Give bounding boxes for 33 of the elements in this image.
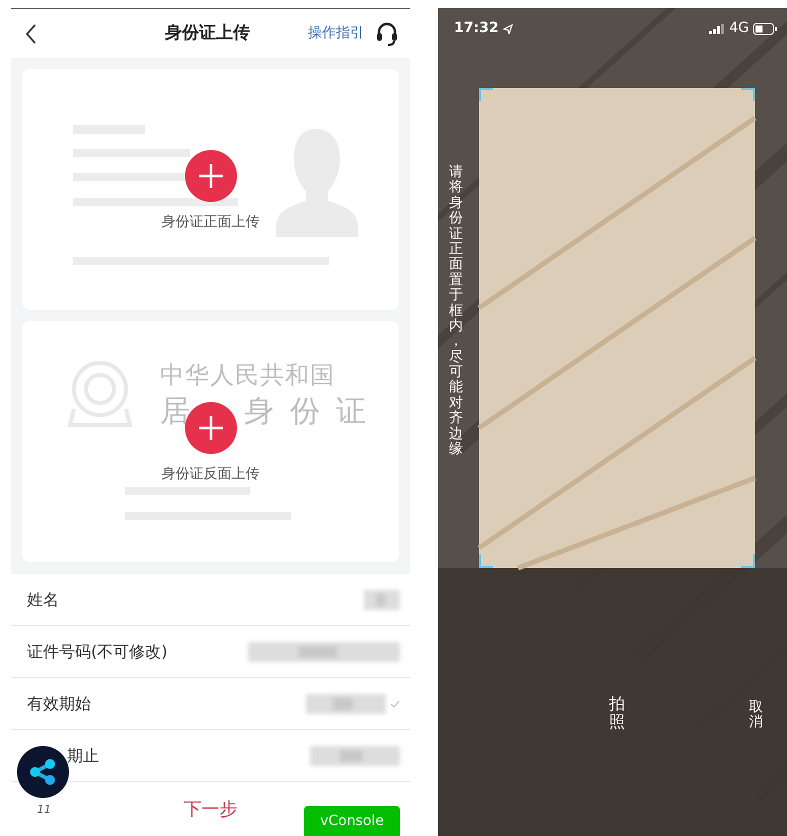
frame-corner: [741, 88, 755, 102]
blurred-value: [364, 590, 400, 610]
battery-icon: [753, 22, 777, 34]
watermark-text: 中华人民共和国: [160, 360, 335, 391]
status-time: 17:32: [454, 19, 499, 38]
field-label: 期止: [66, 744, 99, 766]
watermark-text: 身份证: [244, 393, 382, 431]
watermark-text: 居: [160, 393, 206, 431]
next-button[interactable]: 下一步: [178, 794, 244, 824]
badge-number: 11: [37, 802, 51, 818]
back-icon[interactable]: [25, 24, 37, 44]
frame-corner: [741, 554, 755, 568]
signal-icon: [709, 24, 726, 34]
plus-icon: [198, 163, 224, 189]
page-title: 身份证上传: [164, 22, 251, 45]
cancel-button[interactable]: 取消: [749, 700, 763, 731]
guide-link[interactable]: 操作指引: [308, 23, 364, 44]
add-button[interactable]: [184, 150, 236, 202]
plus-icon: [198, 415, 224, 441]
frame-corner: [479, 88, 493, 102]
field-label: 证件号码(不可修改): [27, 640, 168, 662]
field-label: 有效期始: [27, 692, 91, 714]
frame-corner: [479, 554, 493, 568]
hint-text: 请将身份证正面置于框内，尽可能对齐边缘: [449, 165, 463, 458]
shutter-button[interactable]: 拍照: [609, 695, 625, 730]
floating-button[interactable]: [17, 746, 69, 798]
field-label: 姓名: [27, 588, 59, 610]
location-icon: [502, 24, 513, 34]
upload-label: 身份证反面上传: [162, 465, 260, 484]
share-icon: [28, 757, 58, 787]
headset-icon[interactable]: [376, 22, 398, 46]
upload-label: 身份证正面上传: [162, 213, 260, 232]
network-label: 4G: [729, 19, 749, 38]
